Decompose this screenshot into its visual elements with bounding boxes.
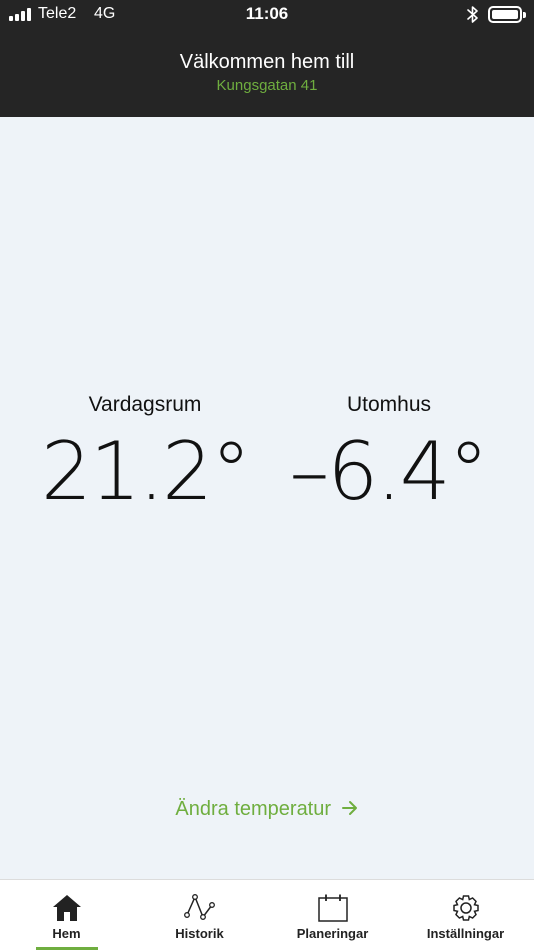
room-name-indoor: Vardagsrum xyxy=(88,393,202,416)
app-header: Tele2 4G 11:06 Välkommen hem till Kungsg… xyxy=(0,0,534,117)
tab-schedules[interactable]: Planeringar xyxy=(266,880,399,950)
tab-home-label: Hem xyxy=(52,926,81,941)
arrow-right-icon xyxy=(341,801,357,815)
history-icon xyxy=(183,894,215,920)
tab-settings[interactable]: Inställningar xyxy=(399,880,532,950)
status-time: 11:06 xyxy=(245,4,289,23)
bluetooth-icon xyxy=(467,6,478,23)
temperature-indoor: 21.2° xyxy=(40,425,251,518)
battery-icon xyxy=(488,6,526,23)
tab-schedules-label: Planeringar xyxy=(296,926,369,941)
tab-history-label: Historik xyxy=(175,926,224,941)
tab-settings-label: Inställningar xyxy=(426,926,505,941)
temperature-outdoor: –6.4° xyxy=(289,425,488,518)
change-temperature-label: Ändra temperatur xyxy=(175,798,332,820)
room-name-outdoor: Utomhus xyxy=(346,393,432,416)
home-address: Kungsgatan 41 xyxy=(216,77,318,94)
status-bar: Tele2 4G 11:06 xyxy=(0,0,534,30)
tab-history[interactable]: Historik xyxy=(133,880,266,950)
change-temperature-link[interactable]: Ändra temperatur xyxy=(0,798,534,821)
gear-icon xyxy=(452,895,479,921)
home-icon xyxy=(52,895,81,921)
tab-home[interactable]: Hem xyxy=(0,880,133,950)
calendar-icon xyxy=(317,894,348,922)
tab-bar: Hem Historik Planeringar Inställningar xyxy=(0,879,534,950)
welcome-title: Välkommen hem till xyxy=(179,51,355,73)
